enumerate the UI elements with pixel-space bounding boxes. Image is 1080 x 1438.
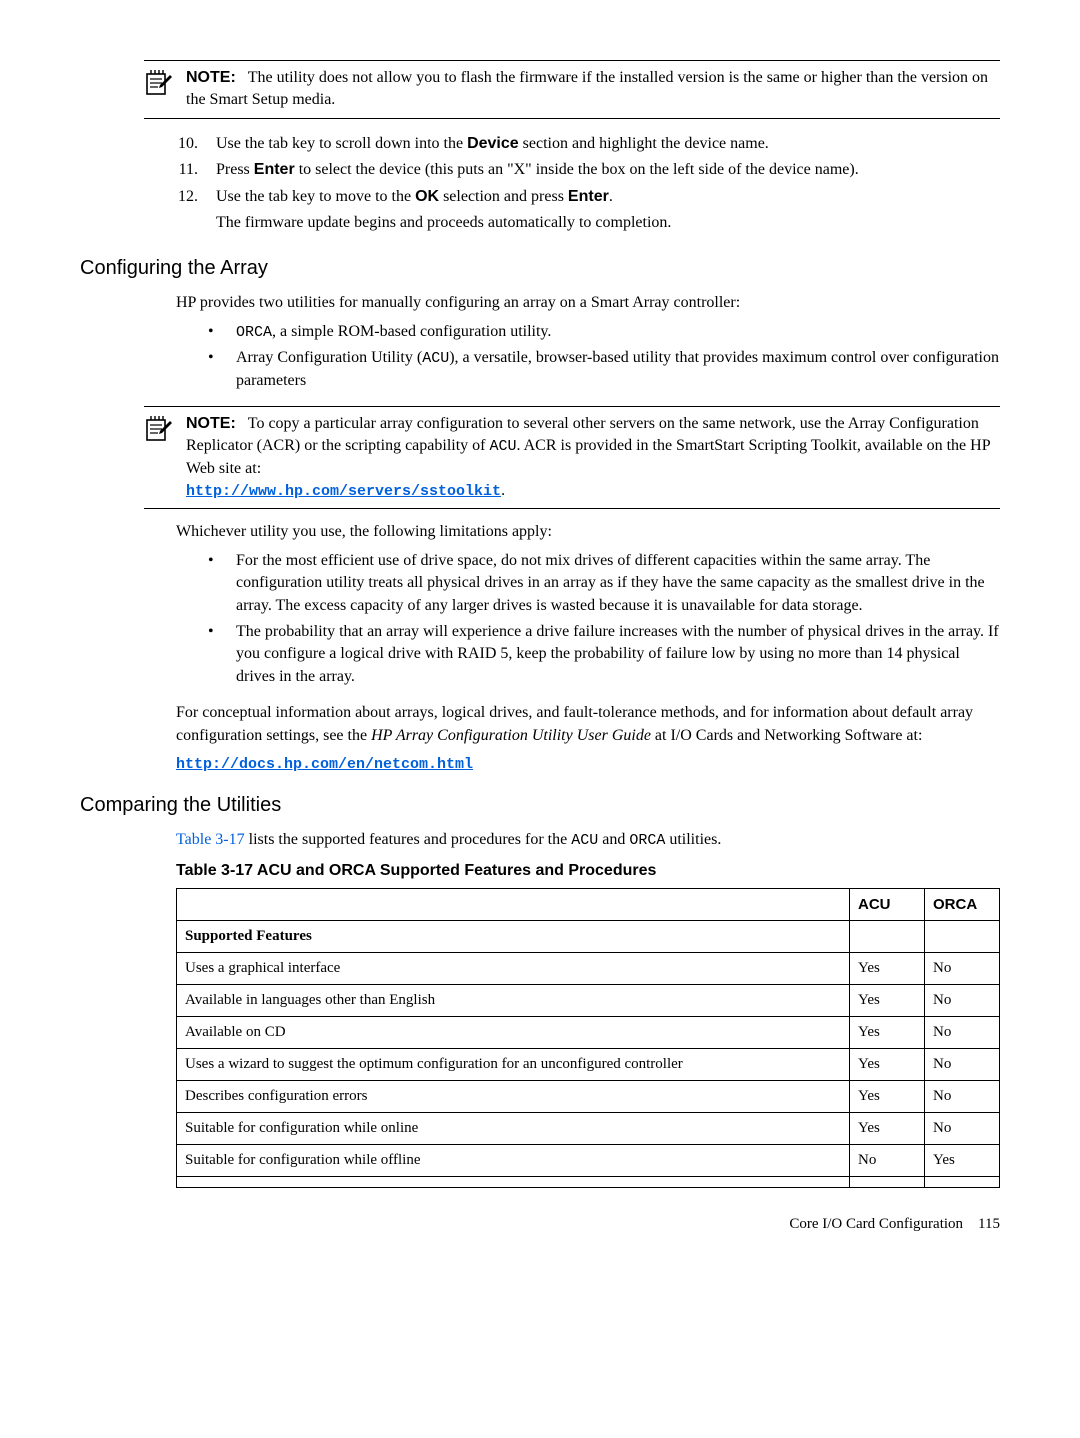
orca-cell: No — [925, 1113, 1000, 1145]
section-heading: Configuring the Array — [80, 254, 1000, 282]
acu-cell — [850, 921, 925, 953]
features-table: ACU ORCA Supported FeaturesUses a graphi… — [176, 888, 1000, 1188]
acu-cell: No — [850, 1145, 925, 1177]
acu-cell: Yes — [850, 1081, 925, 1113]
steps-list: 10. Use the tab key to scroll down into … — [176, 133, 1000, 235]
table-row: Suitable for configuration while onlineY… — [177, 1113, 1000, 1145]
col-orca: ORCA — [925, 889, 1000, 921]
note-text: The utility does not allow you to flash … — [186, 69, 988, 108]
col-blank — [177, 889, 850, 921]
list-item: For the most efficient use of drive spac… — [236, 550, 1000, 617]
table-row: Suitable for configuration while offline… — [177, 1145, 1000, 1177]
ok-label: OK — [415, 188, 439, 205]
feature-cell: Uses a wizard to suggest the optimum con… — [177, 1049, 850, 1081]
enter-label: Enter — [568, 188, 609, 205]
acu-cell: Yes — [850, 1049, 925, 1081]
table-row: Available in languages other than Englis… — [177, 985, 1000, 1017]
step-subtext: The firmware update begins and proceeds … — [216, 212, 1000, 234]
col-acu: ACU — [850, 889, 925, 921]
limitations-list: •For the most efficient use of drive spa… — [208, 550, 1000, 688]
orca-cell: No — [925, 953, 1000, 985]
acu-code: ACU — [571, 832, 598, 849]
table-row: Describes configuration errorsYesNo — [177, 1081, 1000, 1113]
utility-list: •ORCA, a simple ROM-based configuration … — [208, 321, 1000, 392]
table-row: Uses a graphical interfaceYesNo — [177, 953, 1000, 985]
orca-cell: No — [925, 1081, 1000, 1113]
orca-cell — [925, 921, 1000, 953]
table-ref-link[interactable]: Table 3-17 — [176, 831, 245, 848]
note-block: NOTE: The utility does not allow you to … — [144, 60, 1000, 119]
acu-cell — [850, 1177, 925, 1188]
orca-cell — [925, 1177, 1000, 1188]
orca-cell: No — [925, 985, 1000, 1017]
feature-cell: Available on CD — [177, 1017, 850, 1049]
feature-cell: Suitable for configuration while online — [177, 1113, 850, 1145]
page-footer: Core I/O Card Configuration 115 — [80, 1214, 1000, 1235]
acu-cell: Yes — [850, 985, 925, 1017]
feature-cell — [177, 1177, 850, 1188]
note-label: NOTE: — [186, 69, 236, 86]
list-item: The probability that an array will exper… — [236, 621, 1000, 688]
feature-cell: Uses a graphical interface — [177, 953, 850, 985]
feature-cell: Describes configuration errors — [177, 1081, 850, 1113]
table-caption: Table 3-17 ACU and ORCA Supported Featur… — [176, 860, 1000, 882]
step-number: 10. — [176, 133, 198, 155]
netcom-link[interactable]: http://docs.hp.com/en/netcom.html — [176, 756, 473, 773]
note-label: NOTE: — [186, 415, 236, 432]
step-number: 11. — [176, 159, 198, 181]
orca-code: ORCA — [629, 832, 665, 849]
sstoolkit-link[interactable]: http://www.hp.com/servers/sstoolkit — [186, 483, 501, 500]
section-heading: Comparing the Utilities — [80, 791, 1000, 819]
guide-title: HP Array Configuration Utility User Guid… — [371, 727, 651, 744]
feature-cell: Supported Features — [177, 921, 850, 953]
note-block: NOTE: To copy a particular array configu… — [144, 406, 1000, 510]
acu-code: ACU — [422, 350, 449, 367]
feature-cell: Suitable for configuration while offline — [177, 1145, 850, 1177]
orca-cell: No — [925, 1049, 1000, 1081]
enter-label: Enter — [254, 161, 295, 178]
table-row — [177, 1177, 1000, 1188]
limitations-intro: Whichever utility you use, the following… — [176, 521, 1000, 543]
note-icon — [144, 413, 172, 450]
table-row: Uses a wizard to suggest the optimum con… — [177, 1049, 1000, 1081]
orca-cell: Yes — [925, 1145, 1000, 1177]
acu-code: ACU — [489, 438, 516, 455]
acu-cell: Yes — [850, 1113, 925, 1145]
orca-code: ORCA — [236, 324, 272, 341]
step-number: 12. — [176, 186, 198, 235]
acu-cell: Yes — [850, 1017, 925, 1049]
orca-cell: No — [925, 1017, 1000, 1049]
note-icon — [144, 67, 172, 104]
intro-text: HP provides two utilities for manually c… — [176, 292, 1000, 314]
table-row: Supported Features — [177, 921, 1000, 953]
acu-cell: Yes — [850, 953, 925, 985]
device-label: Device — [467, 135, 519, 152]
feature-cell: Available in languages other than Englis… — [177, 985, 850, 1017]
table-row: Available on CDYesNo — [177, 1017, 1000, 1049]
